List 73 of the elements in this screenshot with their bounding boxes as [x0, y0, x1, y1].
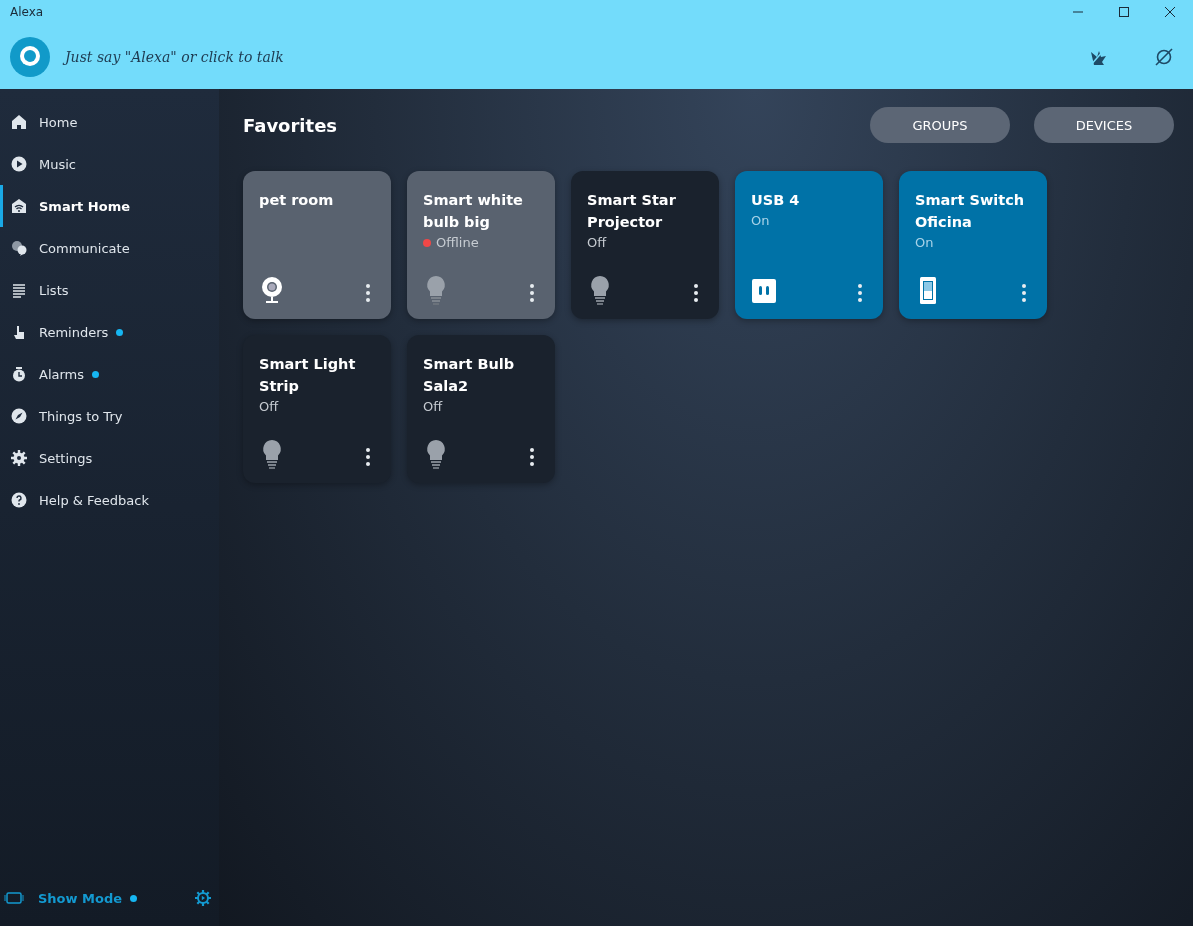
maximize-icon	[1118, 6, 1130, 18]
alexa-logo-icon[interactable]	[10, 36, 50, 77]
device-status: On	[751, 213, 771, 228]
window-title: Alexa	[10, 5, 45, 19]
nav-label: Smart Home	[39, 198, 130, 214]
device-name: Smart Star Projector	[587, 191, 677, 232]
more-icon	[1021, 283, 1027, 303]
device-name: Smart white bulb big	[423, 191, 524, 232]
pointing-hand-icon	[11, 324, 27, 340]
nav-label: Communicate	[39, 240, 130, 256]
nav-label: Home	[39, 114, 78, 130]
show-mode-button[interactable]: Show Mode	[4, 890, 195, 906]
screen-icon	[4, 891, 24, 905]
play-icon	[11, 156, 27, 172]
nav-label: Things to Try	[39, 408, 123, 424]
nav-label: Settings	[39, 450, 93, 466]
compass-icon	[11, 408, 27, 424]
device-status: On	[915, 235, 935, 250]
device-name: Smart Switch Oficina	[915, 191, 1026, 232]
device-status: Off	[259, 399, 280, 414]
device-card[interactable]: Smart white bulb big Offline	[407, 171, 555, 319]
list-icon	[11, 282, 27, 298]
device-card[interactable]: Smart Light Strip Off	[243, 335, 391, 483]
settings-icon	[11, 450, 27, 466]
sidebar-item[interactable]: Reminders	[0, 311, 219, 353]
device-name: pet room	[259, 191, 335, 210]
sidebar-item[interactable]: Settings	[0, 437, 219, 479]
device-card[interactable]: pet room	[243, 171, 391, 319]
device-card[interactable]: USB 4 On	[735, 171, 883, 319]
device-name: Smart Light Strip	[259, 355, 357, 396]
nav-label: Alarms	[39, 366, 85, 382]
settings-button[interactable]	[195, 890, 211, 906]
alarm-clock-icon	[11, 366, 27, 382]
camera-icon	[259, 275, 285, 305]
more-icon	[365, 283, 371, 303]
sidebar-item[interactable]: Lists	[0, 269, 219, 311]
device-card[interactable]: Smart Star Projector Off	[571, 171, 719, 319]
more-options-button[interactable]	[363, 447, 373, 469]
device-card[interactable]: Smart Switch Oficina On	[899, 171, 1047, 319]
more-icon	[857, 283, 863, 303]
nav-label: Reminders	[39, 324, 109, 340]
device-card[interactable]: Smart Bulb Sala2 Off	[407, 335, 555, 483]
tab-button[interactable]: DEVICES	[1034, 107, 1174, 143]
nav-label: Music	[39, 156, 76, 172]
sidebar-item[interactable]: Home	[0, 101, 219, 143]
close-icon	[1164, 6, 1176, 18]
show-mode-label: Show Mode	[38, 890, 123, 906]
sidebar-item[interactable]: Alarms	[0, 353, 219, 395]
microphone-off-icon[interactable]	[1153, 45, 1175, 68]
more-options-button[interactable]	[527, 447, 537, 469]
home-icon	[11, 114, 27, 130]
sidebar-item[interactable]: Music	[0, 143, 219, 185]
sidebar-item[interactable]: Help & Feedback	[0, 479, 219, 521]
more-options-button[interactable]	[691, 283, 701, 305]
more-icon	[529, 447, 535, 467]
settings-icon	[195, 890, 211, 906]
chat-bubbles-icon	[11, 240, 27, 256]
nav-label: Help & Feedback	[39, 492, 149, 508]
sidebar-item[interactable]: Things to Try	[0, 395, 219, 437]
sidebar-item[interactable]: Communicate	[0, 227, 219, 269]
tab-button[interactable]: GROUPS	[870, 107, 1010, 143]
more-icon	[365, 447, 371, 467]
device-status: Offline	[423, 235, 539, 250]
help-icon	[11, 492, 27, 508]
more-icon	[529, 283, 535, 303]
nav-label: Lists	[39, 282, 69, 298]
page-title: Favorites	[243, 114, 339, 136]
device-status: Off	[587, 235, 608, 250]
device-status: Off	[423, 399, 444, 414]
device-name: USB 4	[751, 191, 801, 210]
more-icon	[693, 283, 699, 303]
device-name: Smart Bulb Sala2	[423, 355, 516, 396]
smart-home-icon	[11, 198, 27, 214]
